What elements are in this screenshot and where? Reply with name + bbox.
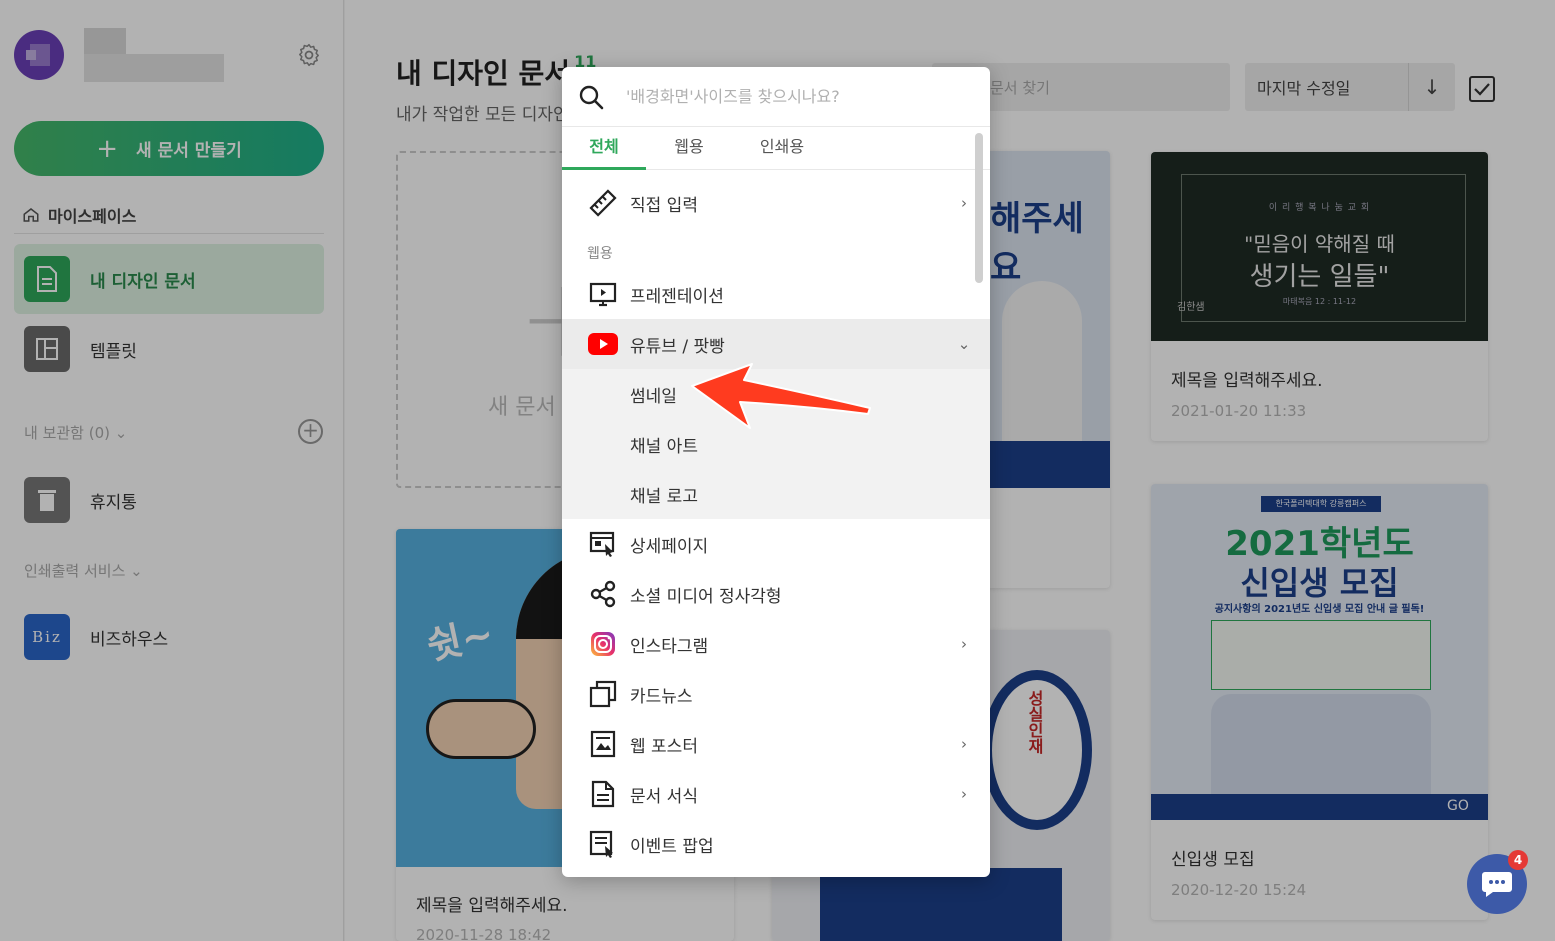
- list-item-label: 채널 아트: [630, 436, 698, 457]
- event-popup-icon: [588, 829, 618, 859]
- list-item-label: 소셜 미디어 정사각형: [630, 586, 782, 607]
- list-item-direct-input[interactable]: 직접 입력 ›: [562, 178, 990, 228]
- chevron-right-icon: ›: [961, 785, 967, 803]
- list-item-label: 채널 로고: [630, 486, 698, 507]
- chevron-down-icon: ⌄: [957, 335, 971, 353]
- tab-web[interactable]: 웹용: [646, 128, 732, 170]
- list-item-channel-logo[interactable]: 채널 로고: [562, 469, 990, 519]
- list-item-label: 상세페이지: [630, 536, 709, 557]
- list-item-social-square[interactable]: 소셜 미디어 정사각형: [562, 569, 990, 619]
- list-item-label: 카드뉴스: [630, 686, 693, 707]
- presentation-icon: [588, 279, 618, 309]
- share-icon: [588, 579, 618, 609]
- detail-page-icon: [588, 529, 618, 559]
- size-tabs: 전체 웹용 인쇄용: [562, 128, 990, 170]
- tab-print[interactable]: 인쇄용: [732, 128, 832, 170]
- chevron-right-icon: ›: [961, 194, 967, 212]
- list-item-web-poster[interactable]: 웹 포스터 ›: [562, 719, 990, 769]
- chat-notification-badge: 4: [1508, 850, 1528, 870]
- list-item-label: 이벤트 팝업: [630, 836, 714, 857]
- group-label-web: 웹용: [587, 246, 613, 262]
- instagram-icon: [588, 629, 618, 659]
- chat-icon: [1482, 872, 1512, 897]
- list-item-instagram[interactable]: 인스타그램 ›: [562, 619, 990, 669]
- document-icon: [588, 779, 618, 809]
- ruler-icon: [588, 188, 618, 218]
- list-item-presentation[interactable]: 프레젠테이션: [562, 269, 990, 319]
- list-item-label: 인스타그램: [630, 636, 709, 657]
- size-search-input[interactable]: [626, 87, 956, 106]
- list-item-document-form[interactable]: 문서 서식 ›: [562, 769, 990, 819]
- list-item-label: 직접 입력: [630, 195, 698, 216]
- chevron-right-icon: ›: [961, 735, 967, 753]
- list-item-card-news[interactable]: 카드뉴스: [562, 669, 990, 719]
- youtube-icon: [588, 329, 618, 359]
- chevron-right-icon: ›: [961, 635, 967, 653]
- size-list: 직접 입력 › 웹용 프레젠테이션 유튜브 / 팟빵 ⌄ 썸네일 채널 아트 채…: [562, 170, 990, 877]
- search-icon: [579, 85, 604, 109]
- list-item-label: 프레젠테이션: [630, 286, 724, 307]
- list-item-detail-page[interactable]: 상세페이지: [562, 519, 990, 569]
- poster-icon: [588, 729, 618, 759]
- list-item-label: 유튜브 / 팟빵: [630, 336, 725, 357]
- dropdown-scrollbar[interactable]: [975, 133, 983, 283]
- size-search-bar: [562, 67, 990, 127]
- list-item-label: 웹 포스터: [630, 736, 698, 757]
- tab-all[interactable]: 전체: [562, 128, 646, 170]
- annotation-arrow-icon: [691, 363, 871, 429]
- list-item-event-popup[interactable]: 이벤트 팝업: [562, 819, 990, 869]
- list-item-label: 문서 서식: [630, 786, 698, 807]
- card-news-icon: [588, 679, 618, 709]
- document-size-dropdown: 전체 웹용 인쇄용 직접 입력 › 웹용 프레젠테이션 유튜브 / 팟빵 ⌄ 썸…: [562, 67, 990, 877]
